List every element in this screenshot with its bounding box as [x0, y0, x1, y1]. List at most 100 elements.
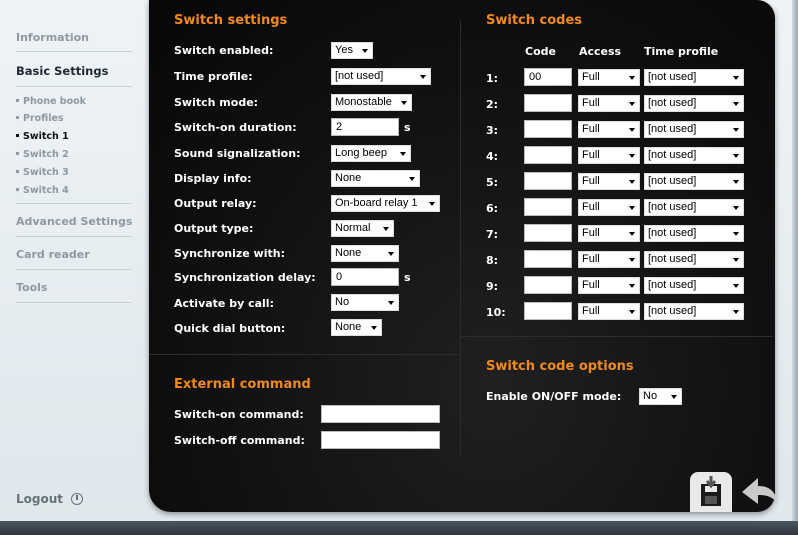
time-profile-select[interactable]: [not used] [644, 303, 744, 320]
logout-button[interactable]: Logout [16, 492, 84, 506]
select-value: [not used] [648, 305, 697, 317]
chevron-down-icon [383, 227, 389, 231]
select-value: None [335, 247, 362, 259]
time-profile-select[interactable]: [not used] [331, 68, 431, 85]
switch-code-input[interactable] [524, 198, 572, 216]
code-row-number: 2: [486, 98, 499, 111]
column-header-time-profile: Time profile [644, 45, 719, 58]
sidebar-item-switch-2[interactable]: Switch 2 [16, 149, 69, 160]
output-type-select[interactable]: Normal [331, 220, 394, 237]
sidebar-item-label: Switch 2 [23, 149, 69, 160]
switch-code-input[interactable]: 00 [524, 68, 572, 86]
bottom-bar [0, 521, 798, 535]
chevron-down-icon [629, 232, 635, 236]
chevron-down-icon [629, 258, 635, 262]
code-row-number: 10: [486, 306, 506, 319]
chevron-down-icon [362, 49, 368, 53]
sidebar-item-advanced-settings[interactable]: Advanced Settings [16, 215, 132, 228]
sidebar-item-information[interactable]: Information [16, 31, 89, 44]
label-output-relay: Output relay: [174, 197, 257, 210]
time-profile-select[interactable]: [not used] [644, 121, 744, 138]
section-divider [461, 336, 773, 337]
chevron-down-icon [629, 128, 635, 132]
access-select[interactable]: Full [578, 69, 640, 86]
activate-by-call-select[interactable]: No [331, 294, 399, 311]
sidebar-item-switch-1[interactable]: Switch 1 [16, 131, 69, 142]
sound-signalization-select[interactable]: Long beep [331, 145, 411, 162]
label-activate-by-call: Activate by call: [174, 297, 274, 310]
code-row-number: 7: [486, 228, 499, 241]
switch-mode-select[interactable]: Monostable [331, 94, 412, 111]
label-enable-on-off-mode: Enable ON/OFF mode: [486, 390, 622, 403]
switch-code-input[interactable] [524, 302, 572, 320]
switch-code-input[interactable] [524, 276, 572, 294]
quick-dial-select[interactable]: None [331, 319, 382, 336]
sidebar-item-switch-4[interactable]: Switch 4 [16, 185, 69, 196]
sidebar-item-profiles[interactable]: Profiles [16, 113, 64, 124]
select-value: Normal [335, 222, 371, 234]
time-profile-select[interactable]: [not used] [644, 277, 744, 294]
column-header-access: Access [579, 45, 622, 58]
access-select[interactable]: Full [578, 95, 640, 112]
synchronize-with-select[interactable]: None [331, 245, 399, 262]
sidebar-item-basic-settings[interactable]: Basic Settings [16, 64, 108, 78]
sidebar-item-card-reader[interactable]: Card reader [16, 248, 90, 261]
switch-code-input[interactable] [524, 172, 572, 190]
select-value: Full [582, 175, 600, 187]
synchronization-delay-input[interactable]: 0 [331, 268, 399, 286]
code-row-number: 3: [486, 124, 499, 137]
select-value: [not used] [648, 97, 697, 109]
sidebar-item-phone-book[interactable]: Phone book [16, 96, 86, 107]
switch-enabled-select[interactable]: Yes [331, 42, 373, 59]
switch-code-input[interactable] [524, 120, 572, 138]
select-value: [not used] [335, 70, 384, 82]
display-info-select[interactable]: None [331, 170, 420, 187]
switch-on-command-input[interactable] [321, 405, 440, 423]
time-profile-select[interactable]: [not used] [644, 147, 744, 164]
chevron-down-icon [733, 232, 739, 236]
chevron-down-icon [671, 395, 677, 399]
back-button[interactable] [740, 474, 780, 510]
switch-on-duration-input[interactable]: 2 [331, 118, 399, 136]
chevron-down-icon [733, 310, 739, 314]
access-select[interactable]: Full [578, 121, 640, 138]
select-value: Monostable [335, 96, 392, 108]
save-button[interactable] [690, 472, 732, 512]
time-profile-select[interactable]: [not used] [644, 95, 744, 112]
time-profile-select[interactable]: [not used] [644, 225, 744, 242]
switch-code-input[interactable] [524, 94, 572, 112]
time-profile-select[interactable]: [not used] [644, 173, 744, 190]
select-value: Full [582, 123, 600, 135]
chevron-down-icon [629, 284, 635, 288]
section-title-external-command: External command [174, 377, 311, 392]
chevron-down-icon [420, 75, 426, 79]
sidebar-item-switch-3[interactable]: Switch 3 [16, 167, 69, 178]
power-icon [71, 493, 84, 505]
access-select[interactable]: Full [578, 277, 640, 294]
sidebar-item-tools[interactable]: Tools [16, 281, 47, 294]
chevron-down-icon [733, 206, 739, 210]
access-select[interactable]: Full [578, 225, 640, 242]
switch-code-input[interactable] [524, 250, 572, 268]
chevron-down-icon [733, 128, 739, 132]
switch-off-command-input[interactable] [321, 431, 440, 449]
time-profile-select[interactable]: [not used] [644, 69, 744, 86]
access-select[interactable]: Full [578, 303, 640, 320]
save-icon [701, 476, 721, 506]
select-value: None [335, 172, 362, 184]
enable-on-off-mode-select[interactable]: No [639, 388, 682, 405]
select-value: No [643, 390, 658, 402]
switch-code-input[interactable] [524, 146, 572, 164]
access-select[interactable]: Full [578, 199, 640, 216]
column-divider [460, 20, 461, 455]
access-select[interactable]: Full [578, 251, 640, 268]
time-profile-select[interactable]: [not used] [644, 251, 744, 268]
code-row-number: 6: [486, 202, 499, 215]
time-profile-select[interactable]: [not used] [644, 199, 744, 216]
sidebar-divider [16, 302, 132, 303]
access-select[interactable]: Full [578, 147, 640, 164]
switch-code-input[interactable] [524, 224, 572, 242]
select-value: On-board relay 1 [335, 197, 418, 209]
output-relay-select[interactable]: On-board relay 1 [331, 195, 440, 212]
access-select[interactable]: Full [578, 173, 640, 190]
